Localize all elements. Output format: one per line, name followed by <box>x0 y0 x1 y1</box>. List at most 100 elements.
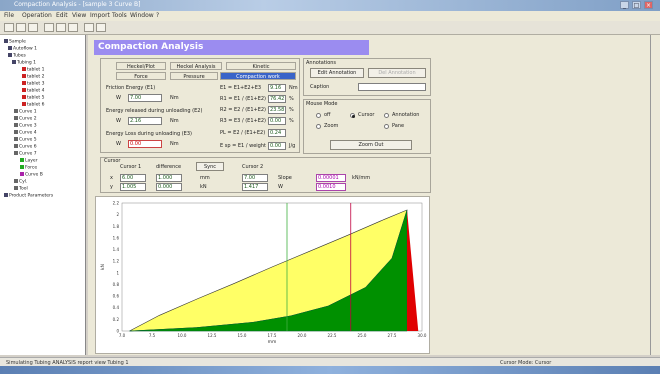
tree-item[interactable]: tablet 6 <box>22 102 44 108</box>
tree-item[interactable]: tablet 3 <box>22 81 44 87</box>
tree-item[interactable]: Tubes <box>8 53 26 59</box>
tab-heckel-plot[interactable]: Heckel/Plot <box>116 62 166 70</box>
tree-item-label: Curve 5 <box>19 137 37 143</box>
param-value-r3[interactable]: 0.00 <box>268 117 286 125</box>
tree-node-icon <box>14 137 18 141</box>
tree-item[interactable]: Curve 2 <box>14 116 37 122</box>
cursor1-x[interactable]: 6.00 <box>120 174 146 182</box>
tree-item-label: Tool <box>19 186 28 192</box>
mode-zoom-radio[interactable] <box>316 124 321 129</box>
menu-edit[interactable]: Edit <box>56 12 68 19</box>
x-tick-label: 27.5 <box>388 333 397 338</box>
tree-item[interactable]: Curve 4 <box>14 130 37 136</box>
zoom-out-button[interactable]: Zoom Out <box>330 140 412 150</box>
print-icon[interactable] <box>84 23 94 32</box>
tab-compaction-work[interactable]: Compaction work <box>220 72 296 80</box>
mode-off-radio[interactable] <box>316 113 321 118</box>
cut-icon[interactable] <box>44 23 54 32</box>
y-tick-label: 0.2 <box>113 317 120 322</box>
y-tick-label: 1.8 <box>113 224 120 229</box>
tree-item[interactable]: Curve 5 <box>14 137 37 143</box>
tab-pressure[interactable]: Pressure <box>170 72 218 80</box>
cursor2-y[interactable]: 1.417 <box>242 183 268 191</box>
tree-item[interactable]: tablet 1 <box>22 67 44 73</box>
tree-item-label: Curve 1 <box>19 109 37 115</box>
tree-item[interactable]: tablet 2 <box>22 74 44 80</box>
menu-bar: File Operation Edit View Import Tools Wi… <box>0 11 660 21</box>
close-button[interactable]: × <box>644 1 653 9</box>
menu-window[interactable]: Window <box>130 12 154 19</box>
tree-item[interactable]: Tool <box>14 186 28 192</box>
loss-value[interactable]: 0.00 <box>128 140 162 148</box>
difference-x[interactable]: 1.000 <box>156 174 182 182</box>
menu-import[interactable]: Import <box>90 12 110 19</box>
tree-item[interactable]: Cyl. <box>14 179 28 185</box>
right-scrollbar[interactable] <box>650 35 660 355</box>
x-tick-label: 30.0 <box>418 333 427 338</box>
tree-item[interactable]: tablet 5 <box>22 95 44 101</box>
taskbar <box>0 366 660 374</box>
tree-item[interactable]: Autoflow 1 <box>8 46 37 52</box>
menu-view[interactable]: View <box>72 12 86 19</box>
cursor2-x[interactable]: 7.00 <box>242 174 268 182</box>
param-value-r1[interactable]: 76.42 <box>268 95 286 103</box>
menu-help[interactable]: ? <box>156 12 159 19</box>
param-value-r2[interactable]: 23.58 <box>268 106 286 114</box>
mode-pane-radio[interactable] <box>384 124 389 129</box>
tree-item[interactable]: Curve 1 <box>14 109 37 115</box>
mode-cursor-radio[interactable] <box>350 113 355 118</box>
copy-icon[interactable] <box>56 23 66 32</box>
cursor-x-label: x <box>110 175 113 181</box>
compaction-chart[interactable]: 0 0.2 0.4 0.6 0.8 1 1.2 1.4 1.6 1.8 2 2.2 7.0 7.5 10.0… <box>95 196 430 354</box>
slope-value[interactable]: 0.00001 <box>316 174 346 182</box>
param-value-pl[interactable]: 0.24 <box>268 129 286 137</box>
param-value-esp[interactable]: 0.00 <box>268 142 286 150</box>
x-tick-label: 22.5 <box>328 333 337 338</box>
tree-item[interactable]: Curve 6 <box>14 144 37 150</box>
difference-y[interactable]: 0.000 <box>156 183 182 191</box>
caption-input[interactable] <box>358 83 426 91</box>
open-icon[interactable] <box>16 23 26 32</box>
tab-kinetic[interactable]: Kinetic <box>226 62 296 70</box>
tree-node-icon <box>22 74 26 78</box>
tree-item[interactable]: tablet 4 <box>22 88 44 94</box>
edit-annotation-button[interactable]: Edit Annotation <box>310 68 364 78</box>
param-value-e1[interactable]: 9.16 <box>268 84 286 92</box>
menu-tools[interactable]: Tools <box>112 12 127 19</box>
tree-node-icon <box>4 39 8 43</box>
delete-annotation-button[interactable]: Del Annotation <box>368 68 426 78</box>
tree-item[interactable]: Curve 7 <box>14 151 37 157</box>
minimize-button[interactable]: _ <box>620 1 629 9</box>
menu-operation[interactable]: Operation <box>22 12 52 19</box>
tab-heckel-analysis[interactable]: Heckel Analysis <box>170 62 222 70</box>
paste-icon[interactable] <box>68 23 78 32</box>
tree-item[interactable]: Force <box>20 165 37 171</box>
menu-file[interactable]: File <box>4 12 14 19</box>
tree-item-label: tablet 4 <box>27 88 45 94</box>
tree-node-icon <box>14 144 18 148</box>
new-icon[interactable] <box>4 23 14 32</box>
friction-label: Friction Energy (E1) <box>106 85 156 91</box>
tree-node-icon <box>12 60 16 64</box>
tree-item[interactable]: Tubing 1 <box>12 60 36 66</box>
friction-value[interactable]: 7.00 <box>128 94 162 102</box>
tree-item[interactable]: Sample <box>4 39 26 45</box>
sync-button[interactable]: Sync <box>196 162 224 171</box>
maximize-button[interactable]: □ <box>632 1 641 9</box>
tree-item[interactable]: Product Parameters <box>4 193 53 199</box>
help-icon[interactable] <box>96 23 106 32</box>
tree-node-icon <box>14 186 18 190</box>
save-icon[interactable] <box>28 23 38 32</box>
tab-force[interactable]: Force <box>116 72 166 80</box>
mode-annotation-radio[interactable] <box>384 113 389 118</box>
cursor1-y[interactable]: 1.005 <box>120 183 146 191</box>
elastic-value[interactable]: 2.16 <box>128 117 162 125</box>
tree-item[interactable]: Curve 3 <box>14 123 37 129</box>
y-tick-label: 2 <box>116 212 119 217</box>
loss-prefix: W <box>116 141 121 147</box>
tree-item[interactable]: Layer <box>20 158 38 164</box>
area-value[interactable]: 0.0010 <box>316 183 346 191</box>
tree-item[interactable]: Curve B <box>20 172 43 178</box>
y-tick-label: 1.6 <box>113 235 120 240</box>
loss-label: Energy Loss during unloading (E3) <box>106 131 192 137</box>
